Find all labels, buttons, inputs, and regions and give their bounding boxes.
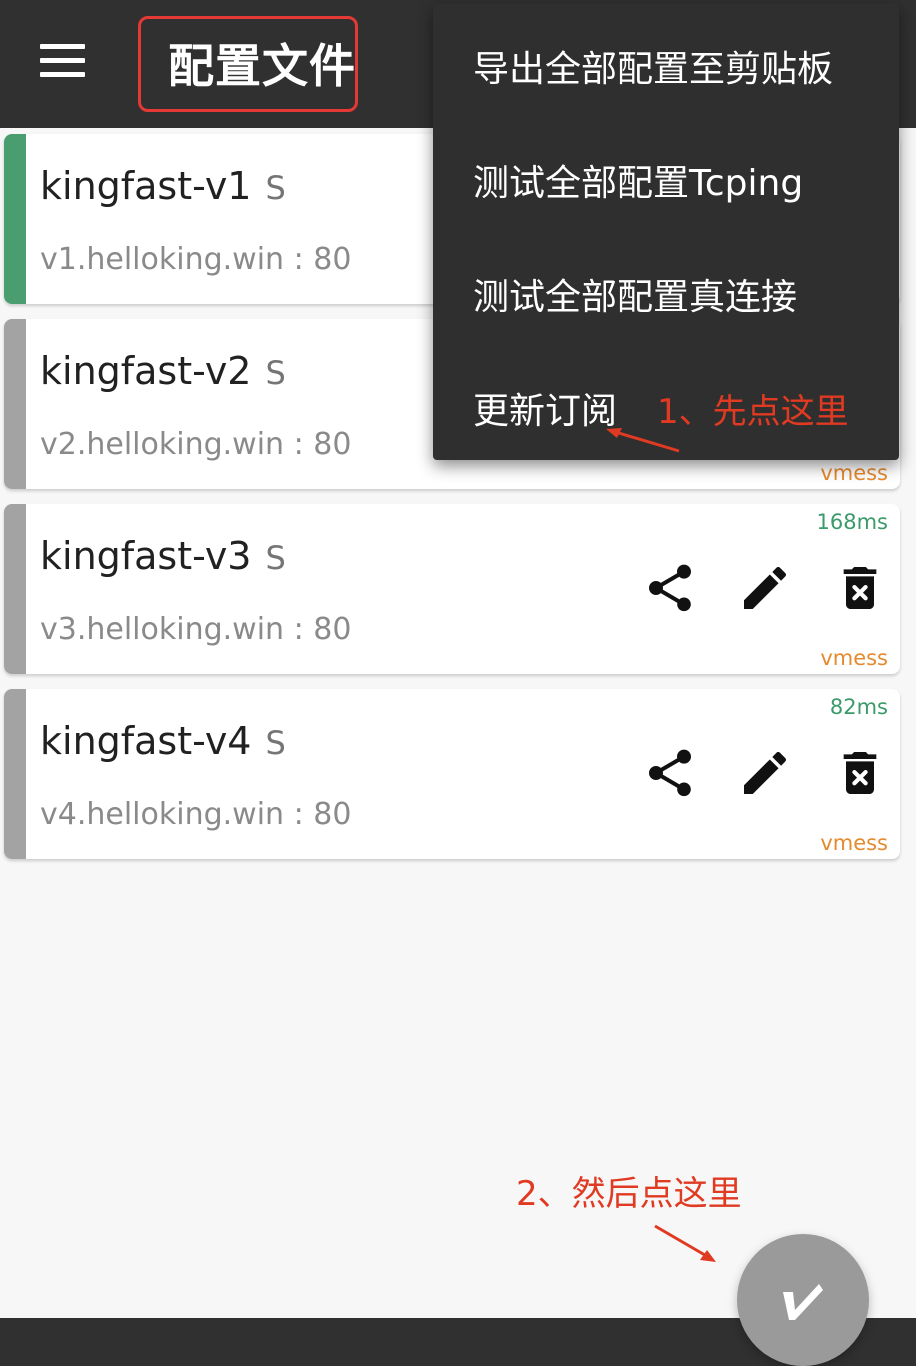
indicator-bar [4,689,26,859]
share-icon[interactable] [642,745,698,801]
delete-icon[interactable] [832,560,888,616]
server-address: v3.helloking.win : 80 [40,612,352,647]
share-icon[interactable] [642,560,698,616]
server-type-tag: S [265,539,286,577]
server-type-tag: S [265,724,286,762]
protocol-label: vmess [820,461,888,485]
edit-icon[interactable] [737,745,793,801]
delay-label: 168ms [816,510,888,534]
server-address: v1.helloking.win : 80 [40,242,352,277]
delay-label: 82ms [829,695,888,719]
protocol-label: vmess [820,646,888,670]
annotation-arrow-2 [654,1224,716,1262]
server-name: kingfast-v2 S [40,349,286,393]
menu-item-export-all[interactable]: 导出全部配置至剪贴板 [473,40,833,92]
delete-icon[interactable] [832,745,888,801]
server-address: v2.helloking.win : 80 [40,427,352,462]
connect-fab-button[interactable] [737,1234,869,1366]
annotation-step2: 2、然后点这里 [516,1174,742,1214]
server-card-4[interactable]: kingfast-v4 S v4.helloking.win : 80 82ms … [4,689,900,859]
server-type-tag: S [265,169,286,207]
page-title: 配置文件 [168,39,356,93]
server-card-3[interactable]: kingfast-v3 S v3.helloking.win : 80 168ms… [4,504,900,674]
server-name: kingfast-v4 S [40,719,286,763]
server-name: kingfast-v3 S [40,534,286,578]
indicator-bar [4,319,26,489]
menu-item-tcping-all[interactable]: 测试全部配置Tcping [473,154,803,206]
annotation-step1: 1、先点这里 [657,392,849,432]
server-type-tag: S [265,354,286,392]
menu-item-real-ping-all[interactable]: 测试全部配置真连接 [473,268,797,320]
server-address: v4.helloking.win : 80 [40,797,352,832]
selected-indicator-bar [4,134,26,304]
v2ray-logo-icon [783,1284,823,1320]
server-name: kingfast-v1 S [40,164,286,208]
menu-item-update-subscription[interactable]: 更新订阅 [473,382,617,434]
menu-icon[interactable] [30,36,94,88]
protocol-label: vmess [820,831,888,855]
edit-icon[interactable] [737,560,793,616]
indicator-bar [4,504,26,674]
